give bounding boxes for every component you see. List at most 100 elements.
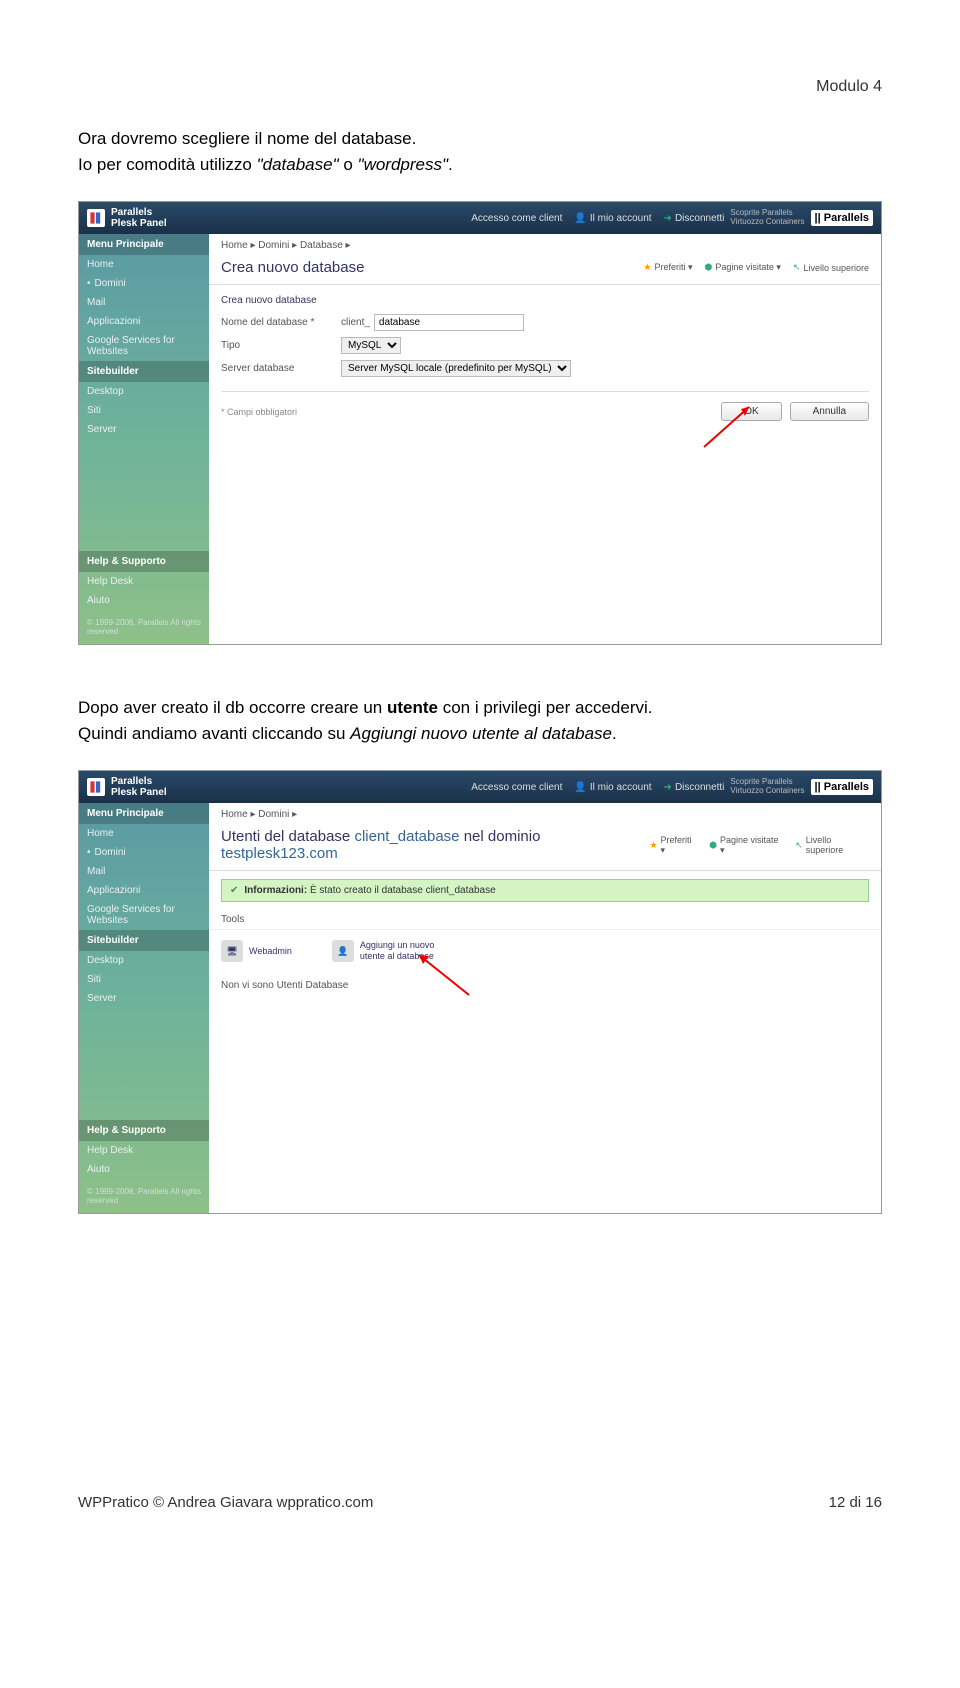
red-arrow-icon	[409, 950, 479, 1000]
sidebar-item-home[interactable]: Home	[79, 824, 209, 843]
tool-webadmin[interactable]: 🖥 Webadmin	[221, 940, 292, 962]
input-nome-database[interactable]	[374, 314, 524, 331]
content-area: Home ▸ Domini ▸ Database ▸ Crea nuovo da…	[209, 234, 881, 644]
text: Ora dovremo scegliere il nome del databa…	[78, 129, 416, 148]
copyright-text: © 1999-2008, Parallels All rights reserv…	[79, 610, 209, 644]
sidebar-item-domini[interactable]: Domini	[79, 274, 209, 293]
db-name-prefix: client_	[341, 317, 370, 328]
text-italic: "database"	[257, 155, 339, 174]
check-icon: ✔	[230, 885, 238, 896]
text: con i privilegi per accedervi.	[438, 698, 652, 717]
sidebar-header-help: Help & Supporto	[79, 551, 209, 572]
brand-text: ParallelsPlesk Panel	[111, 776, 167, 798]
promo-text: Scoprite ParallelsVirtuozzo Containers	[730, 778, 804, 796]
text: .	[612, 724, 617, 743]
top-bar: ParallelsPlesk Panel Accesso come client…	[79, 771, 881, 803]
sidebar-item-domini[interactable]: Domini	[79, 843, 209, 862]
sidebar-item-applicazioni[interactable]: Applicazioni	[79, 312, 209, 331]
globe-icon: ⬢	[704, 262, 712, 273]
text: .	[448, 155, 453, 174]
copyright-text: © 1999-2008, Parallels All rights reserv…	[79, 1179, 209, 1213]
sidebar-header-sitebuilder: Sitebuilder	[79, 361, 209, 382]
tools-header: Tools	[209, 910, 881, 930]
link-preferiti[interactable]: ★Preferiti ▾	[643, 262, 692, 273]
star-icon: ★	[643, 262, 651, 273]
text-italic: "wordpress"	[358, 155, 449, 174]
page-title: Utenti del database client_database nel …	[209, 826, 881, 871]
annulla-button[interactable]: Annulla	[790, 402, 869, 421]
link-accesso-client[interactable]: Accesso come client	[471, 782, 562, 793]
link-mio-account[interactable]: 👤Il mio account	[574, 782, 651, 793]
text: o	[339, 155, 358, 174]
link-pagine-visitate[interactable]: ⬢Pagine visitate ▾	[704, 262, 780, 273]
webadmin-icon: 🖥	[221, 940, 243, 962]
sidebar-item-server[interactable]: Server	[79, 989, 209, 1008]
parallels-logo-icon	[87, 778, 105, 796]
page-title: Crea nuovo database ★Preferiti ▾ ⬢Pagine…	[209, 257, 881, 285]
up-icon: ↖	[793, 262, 801, 273]
sidebar-item-google[interactable]: Google Services for Websites	[79, 331, 209, 361]
footer-left: WPPratico © Andrea Giavara wppratico.com	[78, 1494, 373, 1511]
link-livello-superiore[interactable]: ↖Livello superiore	[795, 835, 869, 856]
sidebar-item-mail[interactable]: Mail	[79, 293, 209, 312]
sidebar-item-siti[interactable]: Siti	[79, 401, 209, 420]
form-section-header: Crea nuovo database	[221, 295, 869, 306]
sidebar-item-mail[interactable]: Mail	[79, 862, 209, 881]
sidebar-header-help: Help & Supporto	[79, 1120, 209, 1141]
sidebar: Menu Principale Home Domini Mail Applica…	[79, 803, 209, 1213]
sidebar-item-helpdesk[interactable]: Help Desk	[79, 572, 209, 591]
parallels-logo-icon	[87, 209, 105, 227]
required-note: * Campi obbligatori	[221, 407, 297, 417]
screenshot-create-database: ParallelsPlesk Panel Accesso come client…	[78, 201, 882, 645]
breadcrumb[interactable]: Home ▸ Domini ▸	[209, 803, 881, 826]
sidebar-item-google[interactable]: Google Services for Websites	[79, 900, 209, 930]
no-data-message: Non vi sono Utenti Database	[209, 972, 881, 999]
sidebar-header-sitebuilder: Sitebuilder	[79, 930, 209, 951]
sidebar-item-server[interactable]: Server	[79, 420, 209, 439]
brand-text: ParallelsPlesk Panel	[111, 207, 167, 229]
sidebar-item-siti[interactable]: Siti	[79, 970, 209, 989]
sidebar-item-applicazioni[interactable]: Applicazioni	[79, 881, 209, 900]
sidebar-item-aiuto[interactable]: Aiuto	[79, 591, 209, 610]
sidebar: Menu Principale Home Domini Mail Applica…	[79, 234, 209, 644]
sidebar-header-menu: Menu Principale	[79, 234, 209, 255]
sidebar-header-menu: Menu Principale	[79, 803, 209, 824]
globe-icon: ⬢	[709, 840, 717, 851]
link-disconnetti[interactable]: ➜Disconnetti	[664, 782, 725, 793]
up-icon: ↖	[795, 840, 803, 851]
text-bold: utente	[387, 698, 438, 717]
sidebar-item-helpdesk[interactable]: Help Desk	[79, 1141, 209, 1160]
text-italic: Aggiungi nuovo utente al database	[350, 724, 612, 743]
sidebar-item-desktop[interactable]: Desktop	[79, 382, 209, 401]
sidebar-item-desktop[interactable]: Desktop	[79, 951, 209, 970]
red-arrow-icon	[699, 402, 759, 452]
footer-page-number: 12 di 16	[829, 1494, 882, 1511]
paragraph-1: Ora dovremo scegliere il nome del databa…	[78, 126, 882, 177]
text: Io per comodità utilizzo	[78, 155, 257, 174]
text: Dopo aver creato il db occorre creare un	[78, 698, 387, 717]
link-pagine-visitate[interactable]: ⬢Pagine visitate ▾	[709, 835, 783, 856]
arrow-icon: ➜	[664, 213, 672, 224]
breadcrumb[interactable]: Home ▸ Domini ▸ Database ▸	[209, 234, 881, 257]
select-server[interactable]: Server MySQL locale (predefinito per MyS…	[341, 360, 571, 377]
add-user-icon: 👤	[332, 940, 354, 962]
screenshot-database-users: ParallelsPlesk Panel Accesso come client…	[78, 770, 882, 1214]
select-tipo[interactable]: MySQL	[341, 337, 401, 354]
content-area: Home ▸ Domini ▸ Utenti del database clie…	[209, 803, 881, 1213]
user-icon: 👤	[574, 213, 586, 224]
link-preferiti[interactable]: ★Preferiti ▾	[649, 835, 697, 856]
module-header: Modulo 4	[78, 78, 882, 96]
label-nome-database: Nome del database *	[221, 317, 341, 328]
info-banner: ✔ Informazioni: È stato creato il databa…	[221, 879, 869, 902]
link-disconnetti[interactable]: ➜Disconnetti	[664, 213, 725, 224]
parallels-badge: || Parallels	[811, 210, 873, 226]
text: Quindi andiamo avanti cliccando su	[78, 724, 350, 743]
arrow-icon: ➜	[664, 782, 672, 793]
sidebar-item-home[interactable]: Home	[79, 255, 209, 274]
link-mio-account[interactable]: 👤Il mio account	[574, 213, 651, 224]
link-accesso-client[interactable]: Accesso come client	[471, 213, 562, 224]
link-livello-superiore[interactable]: ↖Livello superiore	[793, 262, 869, 273]
sidebar-item-aiuto[interactable]: Aiuto	[79, 1160, 209, 1179]
parallels-badge: || Parallels	[811, 779, 873, 795]
top-bar: ParallelsPlesk Panel Accesso come client…	[79, 202, 881, 234]
